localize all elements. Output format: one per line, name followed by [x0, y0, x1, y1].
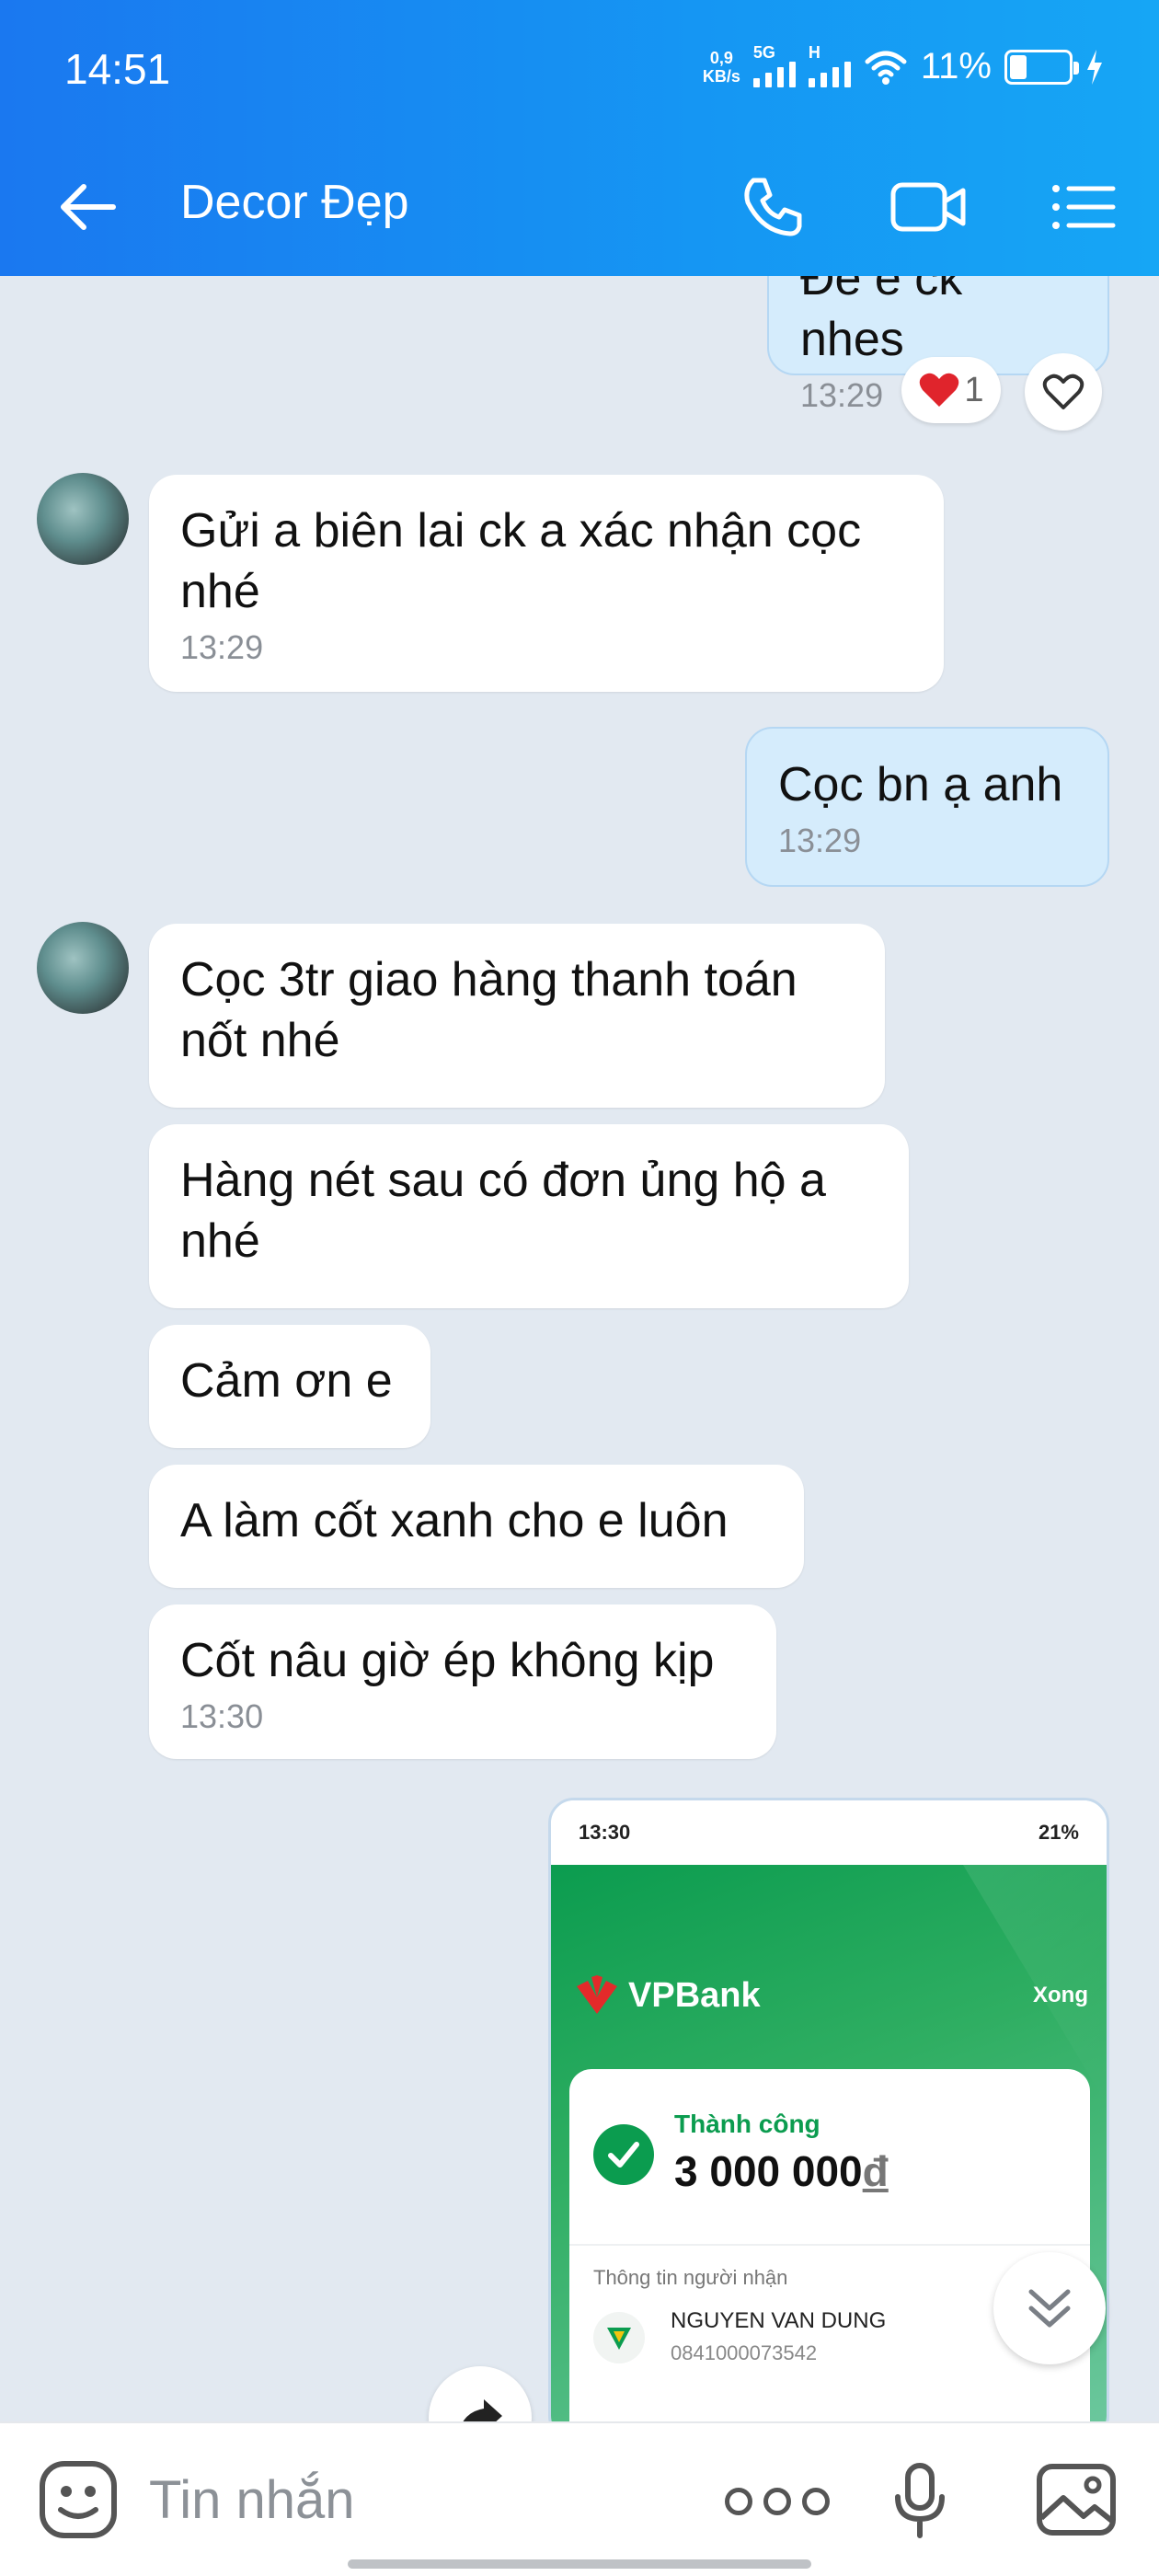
- message-text: Hàng nét sau có đơn ủng hộ a nhé: [180, 1154, 826, 1268]
- transfer-result-card: Thành công 3 000 000đ Thông tin người nh…: [569, 2069, 1090, 2439]
- signal-sim1-icon: 5G: [752, 43, 796, 87]
- heart-icon: [920, 373, 959, 407]
- sim1-label: 5G: [752, 42, 775, 62]
- message-time: 13:29: [778, 822, 862, 859]
- more-options-button[interactable]: [708, 2460, 846, 2543]
- message-bubble-incoming[interactable]: Gửi a biên lai ck a xác nhận cọc nhé 13:…: [149, 475, 944, 692]
- microphone-icon: [895, 2463, 945, 2538]
- vpbank-flower-icon: [577, 1975, 617, 2014]
- message-text: Cảm ơn e: [180, 1354, 393, 1408]
- gallery-button[interactable]: [1032, 2458, 1120, 2541]
- message-text: A làm cốt xanh cho e luôn: [180, 1494, 729, 1547]
- voice-button[interactable]: [874, 2455, 966, 2547]
- vpbank-logo: VPBank: [573, 1975, 761, 2016]
- sticker-emoji-icon: [40, 2461, 117, 2538]
- dot-icon: [725, 2488, 752, 2515]
- message-bubble-outgoing[interactable]: Cọc bn ạ anh 13:29: [745, 727, 1109, 887]
- message-time: 13:30: [180, 1697, 264, 1735]
- net-speed-unit: KB/s: [702, 66, 740, 86]
- emoji-button[interactable]: [37, 2458, 120, 2541]
- status-time: 14:51: [64, 45, 171, 93]
- dot-icon: [802, 2488, 830, 2515]
- message-bubble-incoming[interactable]: Hàng nét sau có đơn ủng hộ a nhé: [149, 1124, 909, 1308]
- screenshot-done-label: Xong: [1033, 1983, 1088, 2007]
- transfer-amount: 3 000 000đ: [674, 2146, 889, 2196]
- menu-button[interactable]: [1038, 166, 1130, 248]
- screenshot-time: 13:30: [579, 1821, 631, 1844]
- message-bubble-incoming[interactable]: A làm cốt xanh cho e luôn: [149, 1465, 804, 1588]
- double-chevron-down-icon: [1028, 2289, 1071, 2328]
- video-camera-icon: [890, 182, 966, 232]
- sim2-label: H: [808, 42, 820, 62]
- message-text: Cọc bn ạ anh: [778, 758, 1063, 811]
- status-bar: 14:51 0,9 KB/s 5G H 11%: [0, 0, 1159, 138]
- react-button[interactable]: [1025, 353, 1102, 431]
- home-indicator[interactable]: [348, 2559, 811, 2569]
- status-icons: 0,9 KB/s 5G H 11%: [703, 43, 1104, 87]
- message-input[interactable]: Tin nhắn: [149, 2469, 355, 2531]
- wifi-icon: [865, 51, 907, 85]
- amount-value: 3 000 000: [674, 2147, 863, 2195]
- message-time: 13:29: [180, 628, 264, 666]
- recipient-account: 0841000073542: [671, 2341, 818, 2364]
- contact-avatar[interactable]: [37, 473, 129, 565]
- screenshot-battery: 21%: [1038, 1821, 1079, 1844]
- charging-icon: [1087, 49, 1102, 85]
- battery-icon: [1004, 49, 1079, 85]
- bank-name: VPBank: [628, 1975, 761, 2015]
- dot-icon: [763, 2488, 791, 2515]
- transfer-status: Thành công: [674, 2110, 820, 2138]
- message-bubble-incoming[interactable]: Cốt nâu giờ ép không kịp 13:30: [149, 1604, 776, 1759]
- nav-bar: Decor Đẹp: [0, 138, 1159, 276]
- contact-avatar[interactable]: [37, 922, 129, 1014]
- message-bubble-incoming[interactable]: Cọc 3tr giao hàng thanh toán nốt nhé: [149, 924, 885, 1108]
- phone-icon: [744, 178, 802, 236]
- message-input-bar: Tin nhắn: [0, 2421, 1159, 2576]
- call-button[interactable]: [727, 166, 819, 248]
- list-menu-icon: [1052, 185, 1116, 229]
- back-arrow-icon: [61, 184, 116, 230]
- recipient-label: Thông tin người nhận: [593, 2266, 788, 2289]
- reaction-count: 1: [964, 370, 984, 409]
- scroll-to-bottom-button[interactable]: [993, 2252, 1106, 2364]
- network-speed: 0,9 KB/s: [703, 49, 740, 86]
- amount-currency: đ: [862, 2147, 889, 2195]
- screenshot-status-bar: 13:30 21%: [551, 1800, 1107, 1865]
- signal-sim2-icon: H: [808, 43, 851, 87]
- app-header: 14:51 0,9 KB/s 5G H 11% Decor Đẹp: [0, 0, 1159, 276]
- message-text: Cọc 3tr giao hàng thanh toán nốt nhé: [180, 953, 798, 1067]
- chat-title[interactable]: Decor Đẹp: [180, 175, 409, 230]
- recipient-name: NGUYEN VAN DUNG: [671, 2308, 887, 2333]
- reaction-badge[interactable]: 1: [901, 357, 1001, 423]
- battery-percent: 11%: [920, 46, 992, 86]
- back-button[interactable]: [46, 166, 129, 248]
- message-text: Cốt nâu giờ ép không kịp: [180, 1634, 715, 1687]
- message-bubble-incoming[interactable]: Cảm ơn e: [149, 1325, 430, 1448]
- success-check-icon: [593, 2124, 654, 2185]
- heart-outline-icon: [1042, 374, 1084, 409]
- net-speed-value: 0,9: [709, 48, 733, 67]
- message-text: Gửi a biên lai ck a xác nhận cọc nhé: [180, 504, 862, 618]
- recipient-bank-icon: [593, 2312, 645, 2363]
- video-call-button[interactable]: [883, 166, 975, 248]
- image-gallery-icon: [1037, 2464, 1116, 2536]
